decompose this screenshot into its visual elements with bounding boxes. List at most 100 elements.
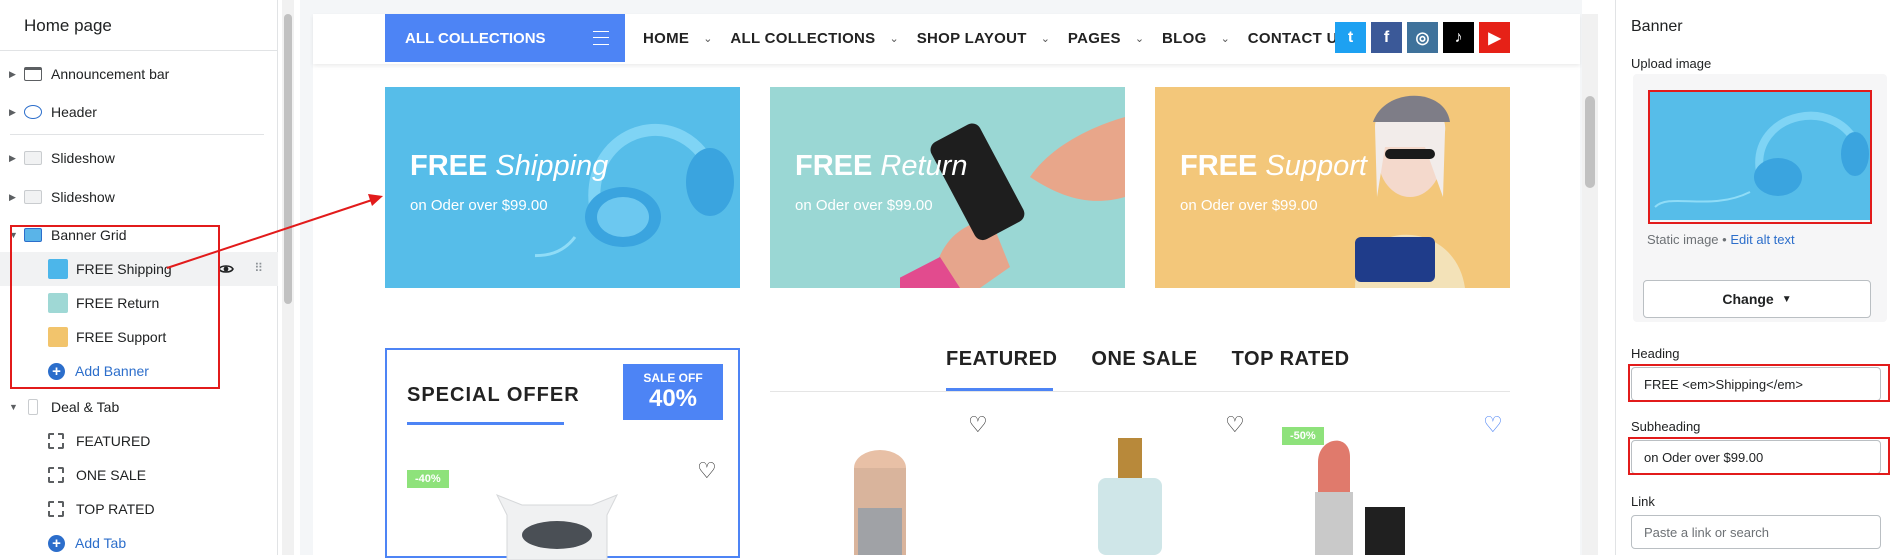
banner-subheading: on Oder over $99.00 bbox=[1180, 197, 1318, 214]
wishlist-heart-icon[interactable]: ♡ bbox=[1225, 412, 1245, 438]
twitter-icon[interactable]: t bbox=[1335, 22, 1366, 53]
wishlist-heart-icon[interactable]: ♡ bbox=[968, 412, 988, 438]
caret-down-icon: ▼ bbox=[1781, 293, 1792, 305]
main-menu: HOME ⌄ ALL COLLECTIONS ⌄ SHOP LAYOUT ⌄ PAGES ⌄ B… bbox=[643, 14, 1362, 62]
banner-free-support[interactable]: FREE Support on Oder over $99.00 bbox=[1155, 87, 1510, 288]
block-tab-top-rated[interactable]: TOP RATED bbox=[0, 492, 278, 526]
sale-off-label: SALE OFF bbox=[643, 371, 703, 385]
store-navigation: ALL COLLECTIONS HOME ⌄ ALL COLLECTIONS ⌄ SHO… bbox=[313, 14, 1580, 64]
plus-circle-icon: + bbox=[48, 534, 65, 552]
expand-arrow-icon[interactable]: ▶ bbox=[0, 192, 16, 203]
section-label: Deal & Tab bbox=[51, 399, 120, 415]
preview-scrollbar[interactable] bbox=[1582, 14, 1598, 555]
tab-block-icon bbox=[48, 501, 64, 517]
menu-item-blog[interactable]: BLOG bbox=[1162, 30, 1207, 47]
hamburger-icon bbox=[593, 31, 609, 45]
header-icon bbox=[24, 105, 42, 119]
expand-arrow-icon[interactable]: ▶ bbox=[0, 69, 16, 80]
product-image bbox=[1315, 440, 1405, 555]
special-offer-card: SPECIAL OFFER SALE OFF 40% -40% ♡ bbox=[385, 348, 740, 560]
phone-hand-image bbox=[900, 117, 1125, 288]
chevron-down-icon[interactable]: ⌄ bbox=[1041, 32, 1050, 45]
upload-image-label: Upload image bbox=[1631, 56, 1712, 71]
highlight-box bbox=[1628, 437, 1890, 475]
tiktok-icon[interactable]: ♪ bbox=[1443, 22, 1474, 53]
youtube-icon[interactable]: ▶ bbox=[1479, 22, 1510, 53]
discount-tag: -40% bbox=[407, 470, 449, 488]
eye-icon[interactable] bbox=[218, 261, 234, 277]
drag-handle-icon[interactable]: ⠿ bbox=[254, 261, 263, 275]
chevron-down-icon[interactable]: ⌄ bbox=[703, 32, 712, 45]
change-image-button[interactable]: Change ▼ bbox=[1643, 280, 1871, 318]
chevron-down-icon[interactable]: ⌄ bbox=[889, 32, 898, 45]
edit-alt-text-link[interactable]: Edit alt text bbox=[1730, 232, 1794, 247]
section-announcement-bar[interactable]: ▶ Announcement bar bbox=[0, 57, 278, 91]
divider bbox=[0, 50, 278, 51]
sale-off-badge: SALE OFF 40% bbox=[623, 364, 723, 420]
banner-subheading: on Oder over $99.00 bbox=[795, 197, 933, 214]
section-header[interactable]: ▶ Header bbox=[0, 95, 278, 129]
announcement-bar-icon bbox=[24, 67, 42, 81]
static-image-label: Static image • bbox=[1647, 232, 1727, 247]
highlight-box bbox=[1628, 364, 1890, 402]
chevron-down-icon[interactable]: ⌄ bbox=[1221, 32, 1230, 45]
all-collections-label: ALL COLLECTIONS bbox=[405, 29, 546, 47]
banner-free-shipping[interactable]: FREE Shipping on Oder over $99.00 bbox=[385, 87, 740, 288]
section-slideshow-1[interactable]: ▶ Slideshow bbox=[0, 141, 278, 175]
link-input[interactable]: Paste a link or search bbox=[1631, 515, 1881, 549]
divider bbox=[10, 134, 264, 135]
block-label: FEATURED bbox=[76, 433, 151, 449]
menu-item-home[interactable]: HOME bbox=[643, 30, 689, 47]
section-label: Slideshow bbox=[51, 189, 115, 205]
tab-block-icon bbox=[48, 467, 64, 483]
static-image-text: Static image • Edit alt text bbox=[1647, 232, 1795, 247]
special-offer-title: SPECIAL OFFER bbox=[407, 384, 580, 406]
wishlist-heart-icon[interactable]: ♡ bbox=[697, 458, 717, 484]
banner-heading: FREE Support bbox=[1180, 150, 1367, 182]
section-slideshow-2[interactable]: ▶ Slideshow bbox=[0, 180, 278, 214]
menu-item-pages[interactable]: PAGES bbox=[1068, 30, 1121, 47]
highlight-box bbox=[1648, 90, 1872, 224]
collapse-arrow-icon[interactable]: ▼ bbox=[0, 402, 18, 412]
tabs-divider bbox=[770, 391, 1510, 392]
all-collections-button[interactable]: ALL COLLECTIONS bbox=[385, 14, 625, 62]
link-label: Link bbox=[1631, 494, 1655, 509]
sale-off-value: 40% bbox=[648, 385, 698, 412]
expand-arrow-icon[interactable]: ▶ bbox=[0, 153, 16, 164]
section-label: Header bbox=[51, 104, 97, 120]
block-tab-one-sale[interactable]: ONE SALE bbox=[0, 458, 278, 492]
facebook-icon[interactable]: f bbox=[1371, 22, 1402, 53]
tab-top-rated[interactable]: TOP RATED bbox=[1232, 348, 1350, 371]
menu-item-contact-us[interactable]: CONTACT US bbox=[1248, 30, 1348, 47]
active-tab-underline bbox=[946, 388, 1053, 391]
slideshow-icon bbox=[24, 151, 42, 165]
menu-item-all-collections[interactable]: ALL COLLECTIONS bbox=[730, 30, 875, 47]
woman-image bbox=[1355, 95, 1465, 288]
banner-free-return[interactable]: FREE Return on Oder over $99.00 bbox=[770, 87, 1125, 288]
product-image bbox=[854, 450, 906, 555]
tab-block-icon bbox=[48, 433, 64, 449]
slideshow-icon bbox=[24, 190, 42, 204]
title-underline bbox=[407, 422, 564, 425]
chevron-down-icon[interactable]: ⌄ bbox=[1135, 32, 1144, 45]
product-image bbox=[495, 494, 619, 560]
change-label: Change bbox=[1722, 291, 1774, 307]
settings-title: Banner bbox=[1631, 18, 1683, 35]
page-title: Home page bbox=[24, 16, 112, 35]
block-tab-featured[interactable]: FEATURED bbox=[0, 424, 278, 458]
headphones-image bbox=[535, 123, 734, 258]
menu-item-shop-layout[interactable]: SHOP LAYOUT bbox=[917, 30, 1027, 47]
social-links: t f ◎ ♪ ▶ bbox=[1335, 22, 1515, 53]
product-image bbox=[1098, 438, 1162, 555]
sections-sidebar: Home page ▶ Announcement bar ▶ Header ▶ … bbox=[0, 0, 278, 555]
sidebar-scrollbar[interactable] bbox=[282, 0, 294, 555]
wishlist-heart-icon[interactable]: ♡ bbox=[1483, 412, 1503, 438]
expand-arrow-icon[interactable]: ▶ bbox=[0, 107, 16, 118]
tab-one-sale[interactable]: ONE SALE bbox=[1091, 348, 1197, 371]
section-label: Announcement bar bbox=[51, 66, 170, 82]
section-deal-tab[interactable]: ▼ Deal & Tab bbox=[0, 390, 278, 424]
instagram-icon[interactable]: ◎ bbox=[1407, 22, 1438, 53]
heading-label: Heading bbox=[1631, 346, 1680, 361]
tab-featured[interactable]: FEATURED bbox=[946, 348, 1057, 371]
settings-panel: Banner Upload image Static image • Edit … bbox=[1615, 0, 1895, 555]
